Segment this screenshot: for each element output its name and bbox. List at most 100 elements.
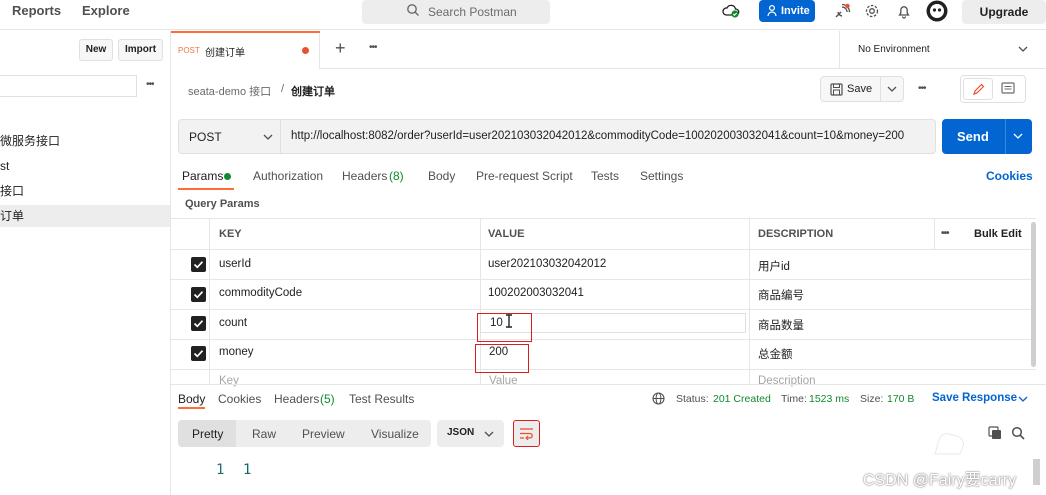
tab-authorization[interactable]: Authorization <box>253 169 323 183</box>
satellite-icon[interactable] <box>833 3 851 21</box>
sidebar-item-interface[interactable]: 接口 <box>0 180 170 202</box>
time-value[interactable]: 1523 ms <box>809 393 849 405</box>
sidebar-item-label: st <box>0 159 10 173</box>
method-label: POST <box>189 130 222 144</box>
sidebar-item-order[interactable]: 订单 <box>0 205 170 227</box>
upgrade-button[interactable]: Upgrade <box>962 0 1046 24</box>
unsaved-dot-icon <box>302 47 309 54</box>
sidebar-item-label: 微服务接口 <box>0 134 61 148</box>
column-header-value: VALUE <box>488 228 525 240</box>
sidebar-item-test[interactable]: st <box>0 155 170 177</box>
copy-icon[interactable] <box>988 426 1002 440</box>
tab-headers[interactable]: Headers <box>342 169 387 183</box>
table-more-icon[interactable]: ••• <box>941 228 949 239</box>
nav-reports[interactable]: Reports <box>12 3 61 18</box>
param-description[interactable]: 商品编号 <box>758 287 804 303</box>
tab-settings[interactable]: Settings <box>640 169 683 183</box>
response-body-value[interactable]: 1 <box>243 462 251 478</box>
save-response-button[interactable]: Save Response <box>932 392 1017 404</box>
param-key[interactable]: commodityCode <box>219 287 302 299</box>
url-input[interactable]: http://localhost:8082/order?userId=user2… <box>280 119 936 154</box>
wrap-lines-button[interactable] <box>513 420 540 447</box>
chevron-down-icon[interactable] <box>887 86 897 93</box>
chevron-down-icon <box>484 431 494 437</box>
sidebar-more-icon[interactable]: ••• <box>146 79 154 90</box>
tab-params[interactable]: Params <box>182 169 223 183</box>
size-value[interactable]: 170 B <box>887 393 914 405</box>
globe-icon[interactable] <box>652 392 665 405</box>
settings-gear-icon[interactable] <box>864 3 880 19</box>
format-pretty[interactable]: Pretty <box>192 427 223 441</box>
param-value[interactable]: user202103032042012 <box>488 258 606 270</box>
request-more-icon[interactable]: ••• <box>918 83 926 94</box>
response-scrollbar[interactable] <box>1033 459 1040 485</box>
query-params-title: Query Params <box>185 198 260 210</box>
row-checkbox[interactable] <box>191 316 206 331</box>
table-column-rule <box>934 218 935 249</box>
checkmark-icon <box>193 291 204 299</box>
headers-count: (8) <box>389 169 404 183</box>
table-rule <box>171 339 1036 340</box>
chevron-down-icon[interactable] <box>1018 396 1028 403</box>
new-tab-button[interactable]: + <box>335 38 346 59</box>
tab-body[interactable]: Body <box>428 169 455 183</box>
param-description[interactable]: 总金额 <box>758 346 793 362</box>
breadcrumb-collection[interactable]: seata-demo 接口 <box>188 83 271 99</box>
table-rule <box>171 279 1036 280</box>
language-select[interactable]: JSON <box>437 420 504 447</box>
tabs-more-icon[interactable]: ••• <box>369 42 377 53</box>
cookies-link[interactable]: Cookies <box>986 169 1033 183</box>
search-icon[interactable] <box>1011 426 1025 440</box>
param-description[interactable]: 用户id <box>758 258 790 274</box>
row-checkbox[interactable] <box>191 287 206 302</box>
send-button[interactable]: Send <box>942 119 1032 154</box>
tab-tests[interactable]: Tests <box>591 169 619 183</box>
request-tab-create-order[interactable]: POST 创建订单 <box>171 31 320 69</box>
nav-explore[interactable]: Explore <box>82 3 130 18</box>
method-select[interactable]: POST <box>178 119 280 154</box>
format-visualize[interactable]: Visualize <box>371 427 419 441</box>
params-active-dot-icon <box>224 173 231 180</box>
breadcrumb-separator: / <box>281 83 285 95</box>
language-label: JSON <box>447 427 475 438</box>
new-button[interactable]: New <box>79 39 113 61</box>
checkmark-icon <box>193 261 204 269</box>
tab-pre-request-script[interactable]: Pre-request Script <box>476 169 573 183</box>
row-checkbox[interactable] <box>191 346 206 361</box>
global-search[interactable]: Search Postman <box>362 0 550 24</box>
table-scrollbar[interactable] <box>1031 222 1036 367</box>
sidebar-filter-input[interactable] <box>0 75 137 97</box>
response-tab-body[interactable]: Body <box>178 392 205 406</box>
sidebar-item-service-interface[interactable]: 微服务接口 <box>0 130 170 152</box>
format-raw[interactable]: Raw <box>252 427 276 441</box>
param-key[interactable]: money <box>219 346 254 358</box>
size-label: Size: <box>860 393 884 405</box>
edit-mode-button[interactable] <box>963 78 993 100</box>
checkmark-icon <box>193 350 204 358</box>
param-value[interactable]: 100202003032041 <box>488 287 584 299</box>
page-title[interactable]: 创建订单 <box>291 83 335 99</box>
notification-bell-icon[interactable] <box>896 3 912 19</box>
row-checkbox[interactable] <box>191 257 206 272</box>
environment-select[interactable]: No Environment <box>839 31 1046 69</box>
import-button[interactable]: Import <box>118 39 163 61</box>
sync-cloud-icon[interactable] <box>722 3 740 19</box>
time-label: Time: <box>781 393 807 405</box>
status-value[interactable]: 201 Created <box>713 393 771 405</box>
response-tab-test-results[interactable]: Test Results <box>349 392 414 406</box>
response-tab-cookies[interactable]: Cookies <box>218 392 261 406</box>
tab-method: POST <box>178 46 200 55</box>
save-icon <box>830 83 843 96</box>
param-key[interactable]: userId <box>219 258 251 270</box>
bulk-edit-link[interactable]: Bulk Edit <box>974 228 1022 240</box>
chevron-down-icon[interactable] <box>1013 133 1023 140</box>
response-tab-headers[interactable]: Headers <box>274 392 319 406</box>
avatar-icon[interactable] <box>926 0 948 22</box>
param-key[interactable]: count <box>219 317 247 329</box>
param-description[interactable]: 商品数量 <box>758 317 804 333</box>
format-preview[interactable]: Preview <box>302 427 345 441</box>
params-table: KEY VALUE DESCRIPTION ••• Bulk Edit user… <box>171 218 1036 387</box>
invite-button[interactable]: Invite <box>759 0 815 22</box>
save-button[interactable]: Save <box>820 76 904 102</box>
comments-icon[interactable] <box>1001 82 1015 96</box>
